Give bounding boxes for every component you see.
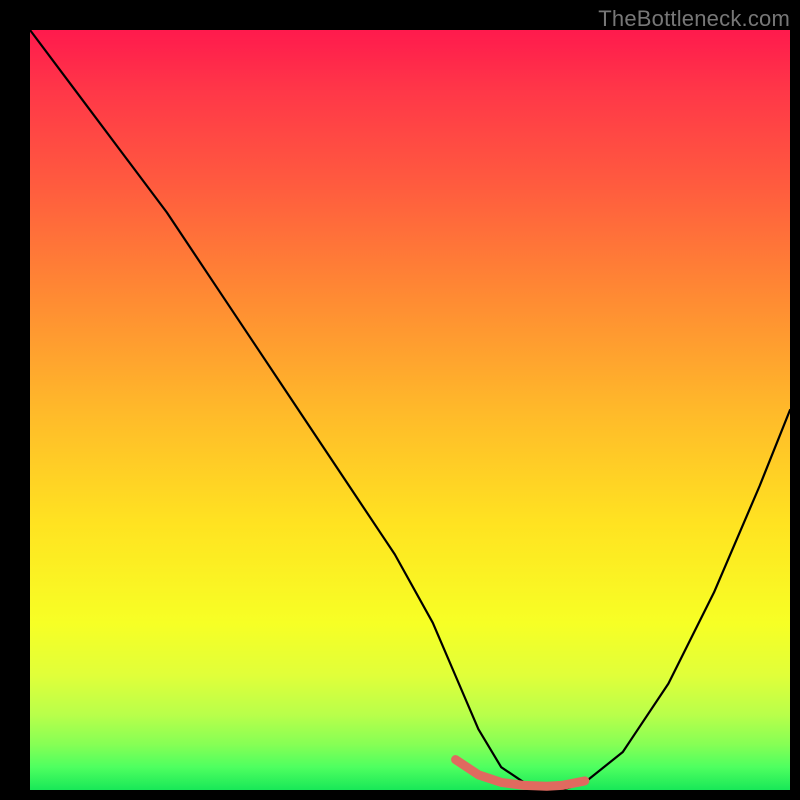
bottleneck-curve bbox=[30, 30, 790, 790]
chart-frame: TheBottleneck.com bbox=[0, 0, 800, 800]
curve-layer bbox=[30, 30, 790, 790]
valley-highlight bbox=[456, 760, 585, 787]
watermark-text: TheBottleneck.com bbox=[598, 6, 790, 32]
plot-area bbox=[30, 30, 790, 790]
